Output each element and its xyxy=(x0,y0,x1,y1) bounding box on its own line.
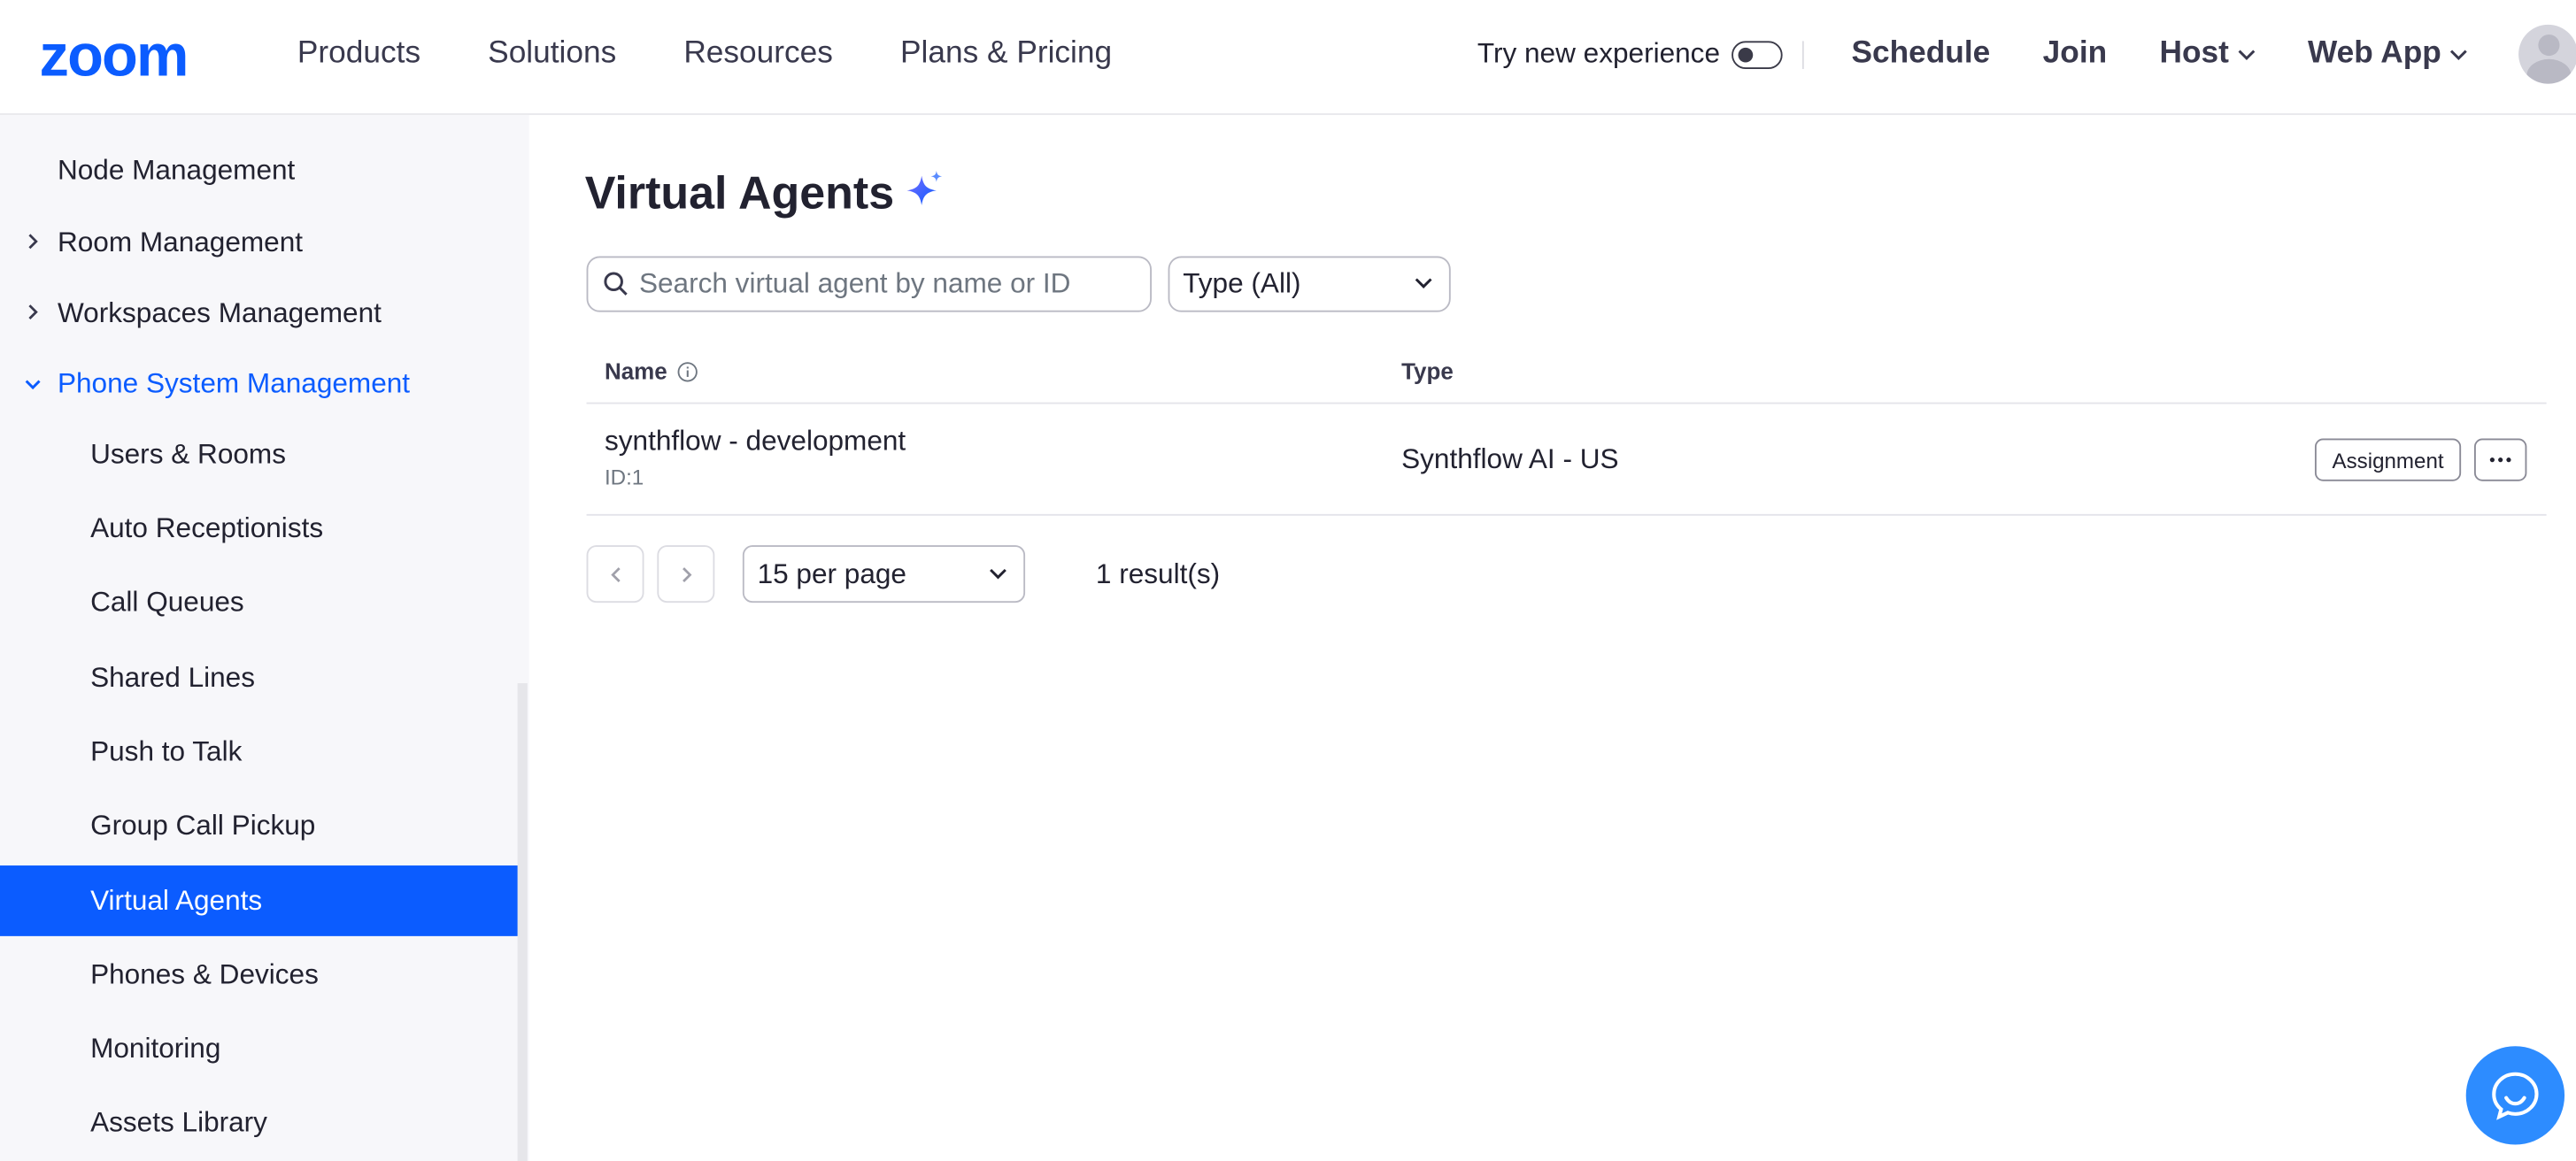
try-new-experience-label: Try new experience xyxy=(1477,37,1721,69)
web-app-menu[interactable]: Web App xyxy=(2308,36,2468,73)
sidebar-item-label: Push to Talk xyxy=(90,734,243,766)
sidebar-item-push-to-talk[interactable]: Push to Talk xyxy=(0,716,519,787)
sparkle-icon xyxy=(906,171,943,205)
avatar-head xyxy=(2538,34,2560,57)
column-header-name[interactable]: Name xyxy=(604,358,698,385)
sidebar-item-workspaces-management[interactable]: Workspaces Management xyxy=(0,278,519,349)
chevron-left-icon xyxy=(610,566,620,582)
agent-name[interactable]: synthflow - development xyxy=(605,426,906,458)
sidebar-item-label: Virtual Agents xyxy=(90,884,263,916)
nav-plans-pricing[interactable]: Plans & Pricing xyxy=(900,36,1112,73)
assignment-button[interactable]: Assignment xyxy=(2314,438,2462,481)
sidebar-item-label: Users & Rooms xyxy=(90,437,286,469)
info-icon[interactable] xyxy=(677,360,698,381)
main-content: Virtual Agents Type (All) xyxy=(529,115,2576,1161)
per-page-value: 15 per page xyxy=(757,557,906,589)
primary-nav: Products Solutions Resources Plans & Pri… xyxy=(297,0,1179,108)
sidebar-item-phone-system-management[interactable]: Phone System Management xyxy=(0,348,519,419)
chevron-right-icon xyxy=(28,234,38,250)
nav-products[interactable]: Products xyxy=(297,36,420,73)
sidebar-item-label: Phone System Management xyxy=(57,366,411,399)
top-navigation: zoom Products Solutions Resources Plans … xyxy=(0,0,2576,115)
sidebar-item-room-management[interactable]: Room Management xyxy=(0,207,519,278)
nav-solutions[interactable]: Solutions xyxy=(488,36,616,73)
chevron-right-icon xyxy=(28,304,38,320)
sidebar-item-auto-receptionists[interactable]: Auto Receptionists xyxy=(0,493,519,564)
host-label: Host xyxy=(2159,35,2229,71)
zoom-logo-icon: zoom xyxy=(40,31,189,81)
web-app-label: Web App xyxy=(2308,35,2441,71)
sidebar-item-label: Assets Library xyxy=(90,1105,267,1138)
sidebar-scrollbar[interactable] xyxy=(517,683,528,1161)
sidebar-item-label: Room Management xyxy=(57,226,304,258)
column-header-type: Type xyxy=(1401,358,1454,385)
type-filter-select[interactable]: Type (All) xyxy=(1168,256,1451,312)
sidebar-item-assets-library[interactable]: Assets Library xyxy=(0,1088,519,1158)
page-title-text: Virtual Agents xyxy=(584,167,895,219)
chevron-right-icon xyxy=(682,566,691,582)
sidebar-item-label: Shared Lines xyxy=(90,660,256,693)
sidebar-item-label: Auto Receptionists xyxy=(90,511,324,543)
chat-icon xyxy=(2492,1072,2539,1120)
chevron-down-icon xyxy=(990,568,1006,580)
type-filter-value: Type (All) xyxy=(1183,267,1301,299)
sidebar-item-users-rooms[interactable]: Users & Rooms xyxy=(0,419,519,489)
user-avatar[interactable] xyxy=(2518,24,2576,84)
chevron-down-icon xyxy=(2449,49,2467,60)
sidebar-item-label: Monitoring xyxy=(90,1032,221,1064)
svg-text:zoom: zoom xyxy=(40,31,188,81)
join-link[interactable]: Join xyxy=(2043,36,2107,73)
sidebar-item-label: Node Management xyxy=(57,153,296,185)
sidebar-item-node-management[interactable]: Node Management xyxy=(0,135,519,205)
agent-type: Synthflow AI - US xyxy=(1401,443,1619,475)
search-input[interactable] xyxy=(638,267,1132,301)
nav-resources[interactable]: Resources xyxy=(683,36,833,73)
column-header-name-label: Name xyxy=(604,358,667,385)
result-count: 1 result(s) xyxy=(1095,558,1221,590)
more-icon xyxy=(2489,457,2511,463)
zoom-logo[interactable]: zoom xyxy=(40,31,237,81)
divider xyxy=(1801,40,1804,69)
sidebar-item-call-queues[interactable]: Call Queues xyxy=(0,566,519,637)
sidebar-item-shared-lines[interactable]: Shared Lines xyxy=(0,642,519,713)
chevron-down-icon xyxy=(25,380,41,390)
new-experience-toggle[interactable] xyxy=(1731,40,1783,69)
sidebar-item-group-call-pickup[interactable]: Group Call Pickup xyxy=(0,790,519,861)
schedule-link[interactable]: Schedule xyxy=(1851,36,1990,73)
table-header: Name Type xyxy=(586,338,2547,404)
toggle-knob xyxy=(1738,46,1754,62)
chevron-down-icon xyxy=(1415,278,1432,288)
sidebar-item-phones-devices[interactable]: Phones & Devices xyxy=(0,940,519,1011)
sidebar-item-label: Phones & Devices xyxy=(90,957,319,990)
sidebar-item-label: Call Queues xyxy=(90,585,244,617)
search-input-container[interactable] xyxy=(586,256,1152,312)
more-options-button[interactable] xyxy=(2473,438,2527,481)
chevron-down-icon xyxy=(2238,49,2255,60)
sidebar-item-label: Workspaces Management xyxy=(57,296,382,328)
search-icon xyxy=(604,272,628,296)
sidebar: Node Management Room Management Workspac… xyxy=(0,114,529,1161)
page-title: Virtual Agents xyxy=(585,167,947,219)
per-page-select[interactable]: 15 per page xyxy=(742,545,1026,604)
sidebar-item-label: Group Call Pickup xyxy=(90,809,316,841)
sidebar-item-monitoring[interactable]: Monitoring xyxy=(0,1013,519,1084)
next-page-button[interactable] xyxy=(657,545,715,604)
previous-page-button[interactable] xyxy=(586,545,644,604)
sidebar-item-virtual-agents[interactable]: Virtual Agents xyxy=(0,865,520,936)
host-menu[interactable]: Host xyxy=(2160,36,2256,73)
table-row: synthflow - development ID:1 Synthflow A… xyxy=(586,404,2547,516)
agent-id: ID:1 xyxy=(604,465,644,490)
nav-actions: Try new experience Schedule Join Host We… xyxy=(1477,0,2576,108)
avatar-body xyxy=(2526,58,2572,84)
chat-support-button[interactable] xyxy=(2465,1046,2565,1145)
